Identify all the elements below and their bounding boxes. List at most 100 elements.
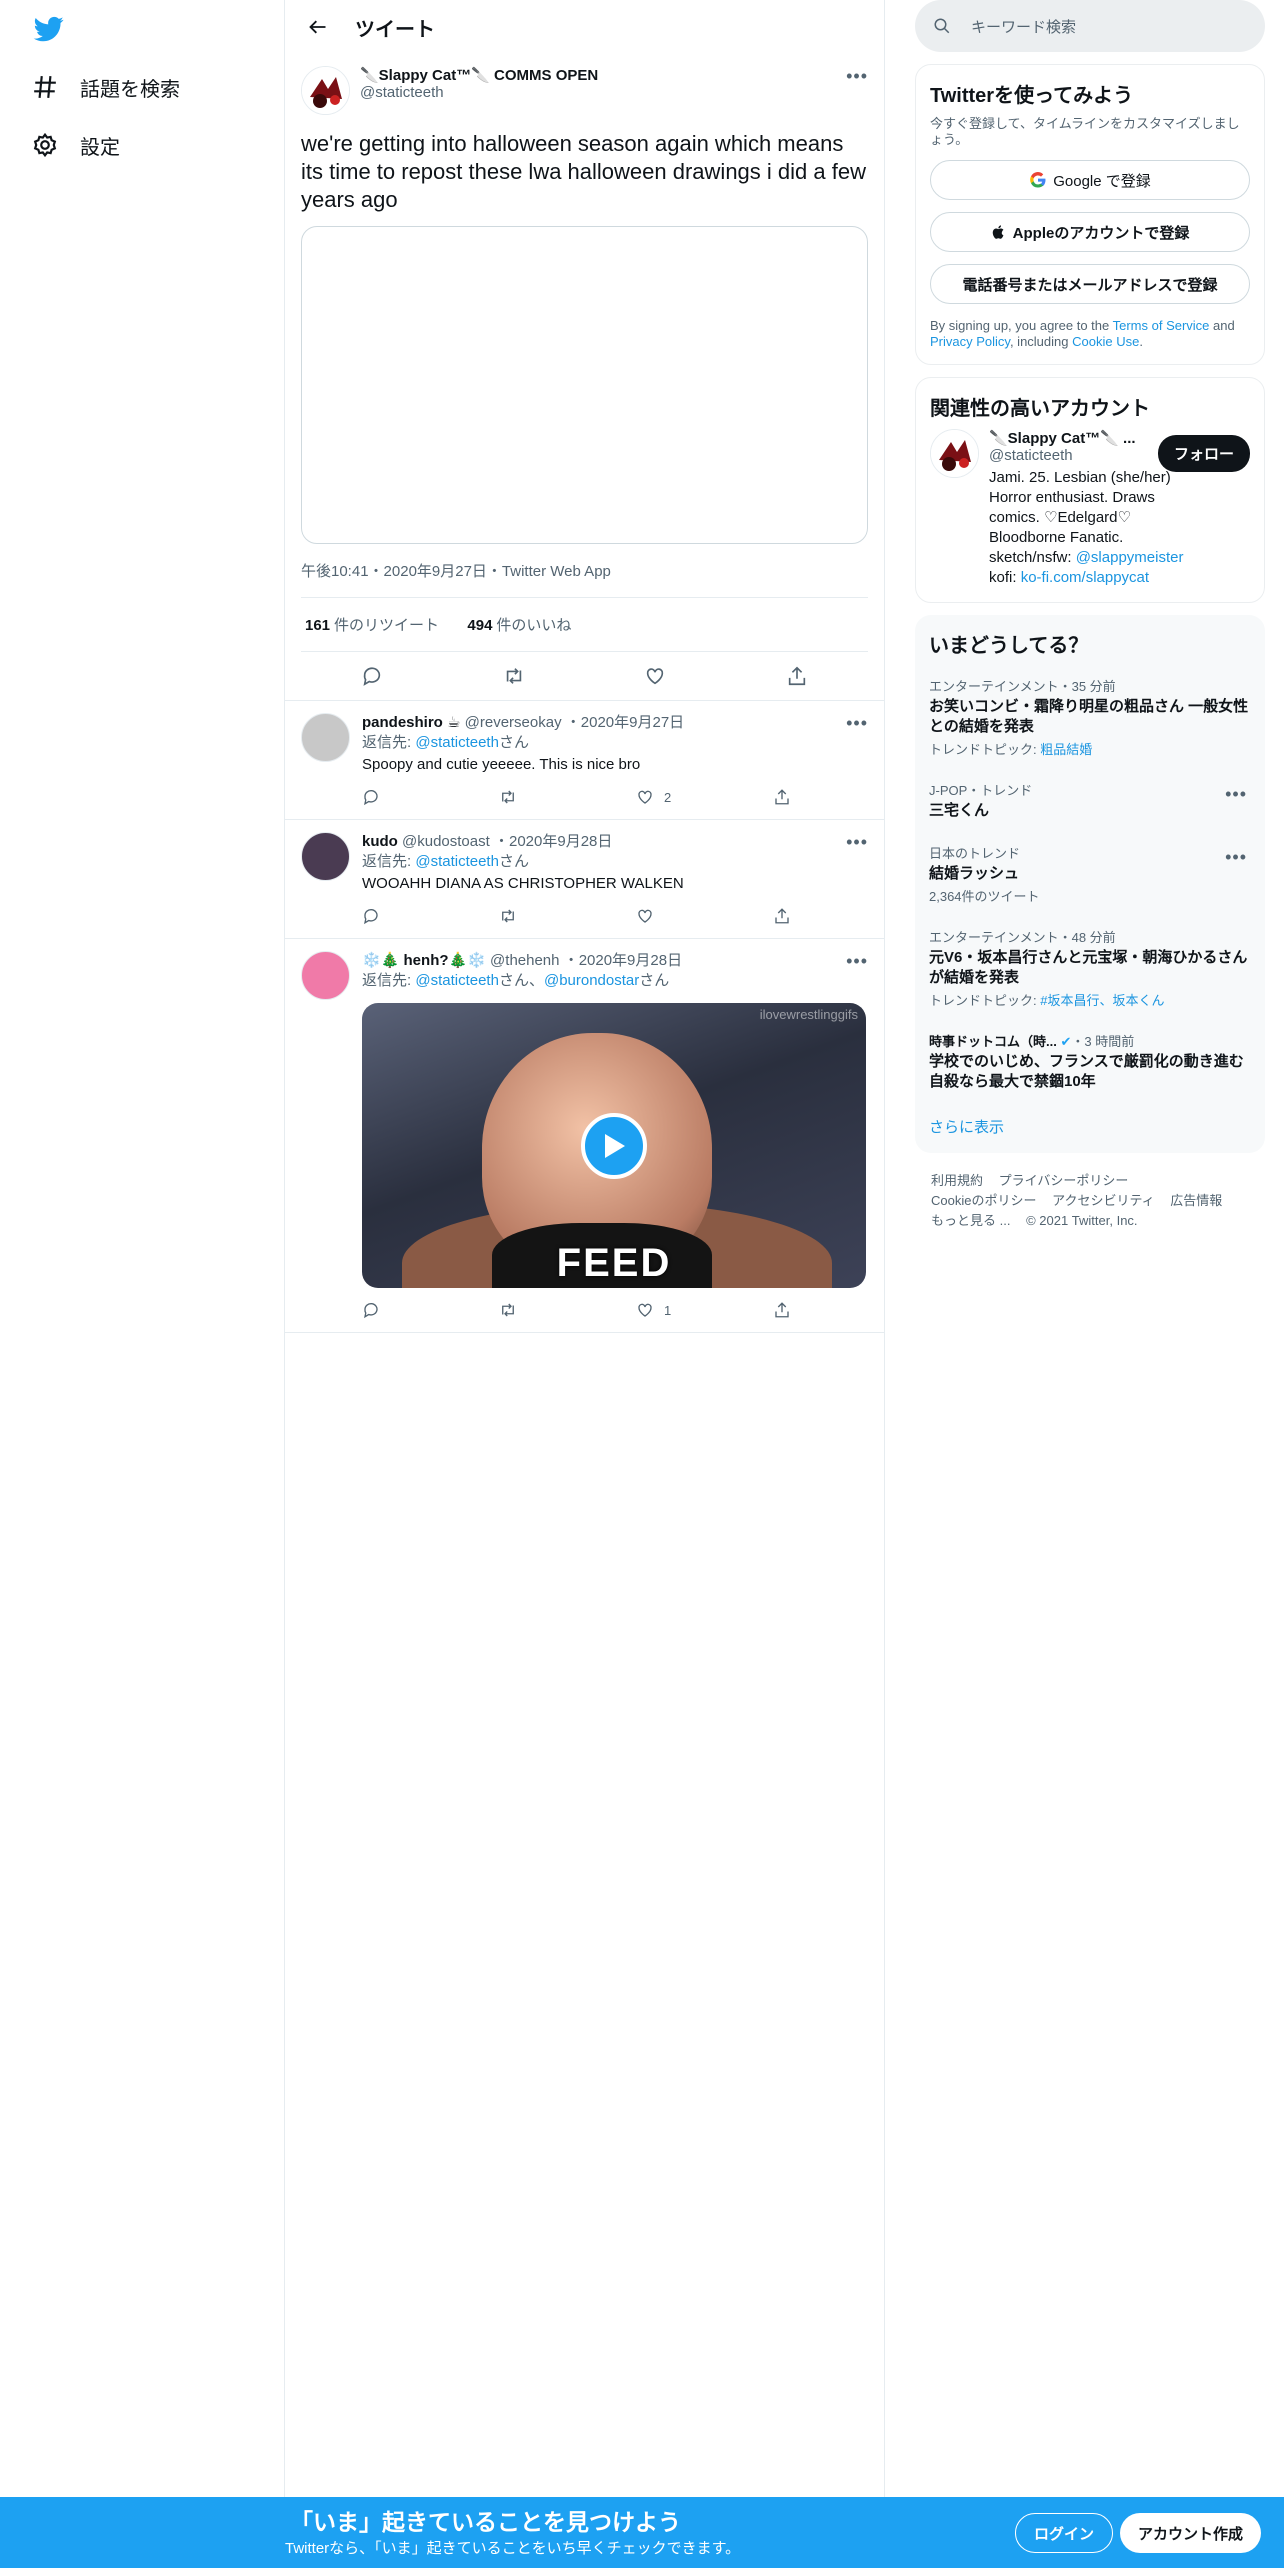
login-button[interactable]: ログイン — [1015, 2513, 1114, 2553]
more-options-icon[interactable]: ••• — [846, 713, 868, 734]
reply-tweet[interactable]: kudo @kudostoast ・2020年9月28日 返信先: @stati… — [285, 820, 884, 939]
footer-link[interactable]: アクセシビリティ — [1052, 1193, 1155, 1208]
privacy-link[interactable]: Privacy Policy — [930, 334, 1010, 349]
trend-topic-link[interactable]: #坂本昌行、坂本くん — [1040, 993, 1164, 1008]
play-button[interactable] — [581, 1113, 647, 1179]
trend-item[interactable]: エンターテインメント・48 分前 元V6・坂本昌行さんと元宝塚・朝海ひかるさんが… — [929, 917, 1251, 1021]
trend-topic-link[interactable]: 粗品結婚 — [1040, 742, 1092, 757]
share-icon[interactable] — [786, 665, 808, 687]
like-button[interactable]: 2 — [636, 788, 773, 806]
right-sidebar: キーワード検索 Twitterを使ってみよう 今すぐ登録して、タイムラインをカス… — [915, 0, 1265, 1231]
nav-explore[interactable]: 話題を検索 — [32, 67, 180, 107]
share-button[interactable] — [773, 907, 910, 925]
footer-link[interactable]: 広告情報 — [1170, 1193, 1222, 1208]
avatar[interactable] — [301, 832, 350, 881]
footer-link[interactable]: プライバシーポリシー — [999, 1173, 1129, 1188]
reply-text: Spoopy and cutie yeeeee. This is nice br… — [362, 756, 641, 773]
trend-title: 学校でのいじめ、フランスで厳罰化の動き進む 自殺なら最大で禁錮10年 — [929, 1053, 1259, 1090]
like-icon[interactable] — [644, 665, 666, 687]
share-icon — [775, 789, 789, 805]
avatar[interactable] — [930, 429, 979, 478]
more-options-icon[interactable]: ••• — [1225, 847, 1247, 868]
reply-date[interactable]: 2020年9月27日 — [581, 714, 684, 731]
retweet-button[interactable] — [499, 907, 636, 925]
tweet-media[interactable] — [301, 226, 868, 544]
follow-button[interactable]: フォロー — [1157, 435, 1250, 472]
share-button[interactable] — [773, 1301, 910, 1319]
reply-date[interactable]: 2020年9月28日 — [509, 833, 612, 850]
reply-tweet[interactable]: ❄️🎄 henh?🎄❄️ @thehenh ・2020年9月28日 返信先: @… — [285, 939, 884, 1333]
retweets-stat[interactable]: 161 件のリツイート — [305, 617, 439, 634]
show-more-link[interactable]: さらに表示 — [929, 1104, 1251, 1139]
trend-title: 三宅くん — [929, 802, 990, 819]
reply-to-line: 返信先: @staticteethさん、@burondostarさん — [362, 972, 670, 989]
back-button[interactable] — [301, 10, 335, 44]
more-options-icon[interactable]: ••• — [846, 951, 868, 972]
avatar[interactable] — [301, 66, 350, 115]
share-icon — [775, 908, 789, 924]
footer-link[interactable]: もっと見る ... — [931, 1213, 1010, 1228]
reply-author-name[interactable]: ❄️🎄 henh?🎄❄️ — [362, 952, 486, 969]
cookie-link[interactable]: Cookie Use — [1072, 334, 1139, 349]
trend-context: 時事ドットコム（時... ✔・3 時間前 — [929, 1034, 1135, 1049]
tweet-actions — [301, 652, 868, 700]
twitter-logo-icon[interactable] — [32, 14, 66, 44]
retweet-button[interactable] — [499, 788, 636, 806]
like-count: 1 — [664, 1302, 672, 1318]
reply-to-link[interactable]: @staticteeth — [415, 734, 499, 751]
reply-author-name[interactable]: pandeshiro ☕ — [362, 714, 460, 731]
author-handle[interactable]: @staticteeth — [360, 84, 598, 101]
trend-item[interactable]: 日本のトレンド 結婚ラッシュ 2,364件のツイート ••• — [929, 833, 1251, 917]
reply-icon[interactable] — [361, 665, 383, 687]
reply-author-handle[interactable]: @thehenh — [490, 952, 559, 969]
account-row[interactable]: 🔪Slappy Cat™🔪 ... @staticteeth Jami. 25.… — [930, 429, 1250, 588]
reply-button[interactable] — [362, 788, 499, 806]
retweet-icon — [502, 909, 514, 923]
apple-signup-button[interactable]: Appleのアカウントで登録 — [930, 212, 1250, 252]
author-name[interactable]: 🔪Slappy Cat™🔪 COMMS OPEN — [360, 66, 598, 84]
nav-settings[interactable]: 設定 — [32, 125, 120, 165]
avatar[interactable] — [301, 713, 350, 762]
google-signup-button[interactable]: Google で登録 — [930, 160, 1250, 200]
create-account-button[interactable]: アカウント作成 — [1120, 2513, 1262, 2553]
like-button[interactable]: 1 — [636, 1301, 773, 1319]
reply-to-link[interactable]: @staticteeth — [415, 972, 499, 989]
terms-link[interactable]: Terms of Service — [1113, 318, 1210, 333]
bottom-title: 「いま」起きていることを見つけよう — [290, 2509, 681, 2535]
tweet-meta[interactable]: 午後10:41・2020年9月27日・Twitter Web App — [301, 560, 868, 598]
reply-to-line: 返信先: @staticteethさん — [362, 853, 529, 870]
footer-link[interactable]: 利用規約 — [931, 1173, 983, 1188]
retweet-icon[interactable] — [503, 665, 525, 687]
reply-date[interactable]: 2020年9月28日 — [579, 952, 682, 969]
search-icon — [934, 18, 950, 34]
trend-context: 日本のトレンド — [929, 846, 1021, 861]
phone-signup-button[interactable]: 電話番号またはメールアドレスで登録 — [930, 264, 1250, 304]
bio-link[interactable]: @slappymeister — [1076, 549, 1184, 566]
more-options-icon[interactable]: ••• — [846, 66, 868, 87]
reply-author-handle[interactable]: @reverseokay — [465, 714, 562, 731]
trend-item[interactable]: エンターテインメント・35 分前 お笑いコンビ・霜降り明星の粗品さん 一般女性と… — [929, 666, 1251, 770]
retweet-button[interactable] — [499, 1301, 636, 1319]
bio-link[interactable]: ko-fi.com/slappycat — [1021, 569, 1149, 586]
search-input[interactable]: キーワード検索 — [915, 0, 1265, 52]
reply-to-link-2[interactable]: @burondostar — [544, 972, 639, 989]
likes-stat[interactable]: 494 件のいいね — [467, 617, 571, 634]
reply-actions — [362, 904, 910, 928]
more-options-icon[interactable]: ••• — [846, 832, 868, 853]
reply-author-name[interactable]: kudo — [362, 833, 398, 850]
like-button[interactable] — [636, 907, 773, 925]
share-button[interactable] — [773, 788, 910, 806]
trend-count: 2,364件のツイート — [929, 889, 1040, 904]
reply-author-handle[interactable]: @kudostoast — [402, 833, 490, 850]
reply-button[interactable] — [362, 907, 499, 925]
gif-media[interactable]: ilovewrestlinggifs FEED — [362, 1003, 866, 1288]
avatar[interactable] — [301, 951, 350, 1000]
reply-button[interactable] — [362, 1301, 499, 1319]
more-options-icon[interactable]: ••• — [1225, 784, 1247, 805]
footer-link[interactable]: Cookieのポリシー — [931, 1193, 1036, 1208]
bottom-subtitle: Twitterなら、「いま」起きていることをいち早くチェックできます。 — [285, 2540, 741, 2557]
reply-tweet[interactable]: pandeshiro ☕ @reverseokay ・2020年9月27日 返信… — [285, 701, 884, 820]
reply-to-link[interactable]: @staticteeth — [415, 853, 499, 870]
trend-item[interactable]: 時事ドットコム（時... ✔・3 時間前 学校でのいじめ、フランスで厳罰化の動き… — [929, 1021, 1259, 1104]
trend-item[interactable]: J-POP・トレンド 三宅くん ••• — [929, 770, 1251, 833]
